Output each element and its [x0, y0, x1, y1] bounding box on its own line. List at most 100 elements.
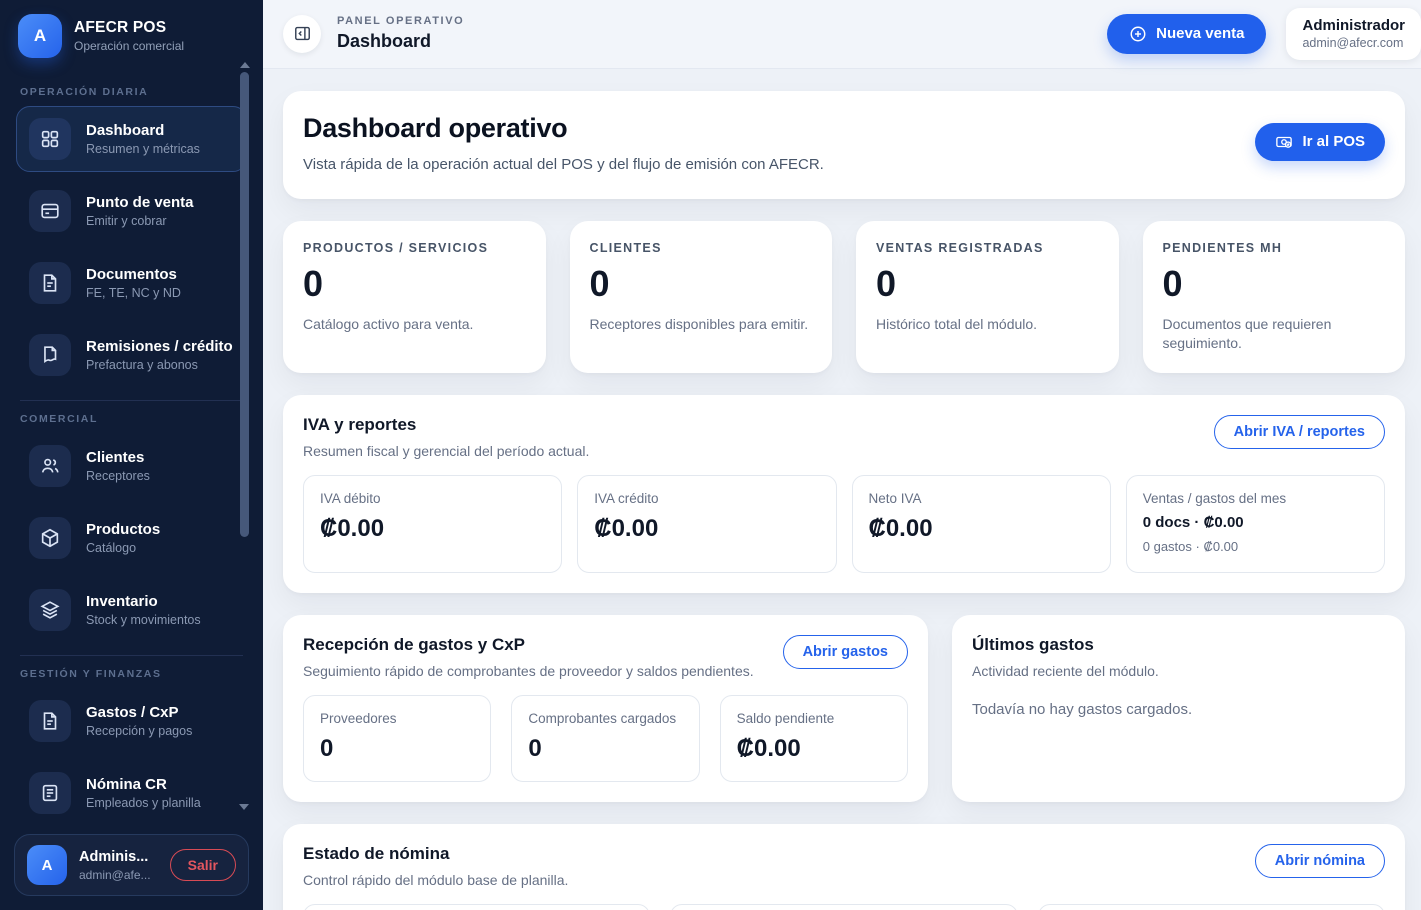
ultimos-gastos-title: Últimos gastos [972, 635, 1385, 655]
stat-card-pendientes-mh: PENDIENTES MH 0 Documentos que requieren… [1143, 221, 1406, 373]
nav-item-title: Documentos [86, 266, 181, 283]
header-user-name: Administrador [1302, 17, 1405, 34]
neto-iva-tile: Neto IVA ₡0.00 [852, 475, 1111, 573]
payroll-icon [29, 772, 71, 814]
iva-reportes-card: IVA y reportes Resumen fiscal y gerencia… [283, 395, 1405, 593]
section-label-comercial: COMERCIAL [20, 413, 243, 425]
topbar: PANEL OPERATIVO Dashboard Nueva venta Ad… [263, 0, 1421, 69]
app-tagline: Operación comercial [74, 39, 184, 53]
ultimos-gastos-card: Últimos gastos Actividad reciente del mó… [952, 615, 1405, 802]
nav-item-subtitle: Receptores [86, 469, 150, 483]
sidebar-item-nomina-cr[interactable]: Nómina CR Empleados y planilla [16, 760, 247, 826]
user-name: Adminis... [79, 849, 158, 865]
go-to-pos-button[interactable]: Ir al POS [1255, 123, 1385, 161]
open-nomina-button[interactable]: Abrir nómina [1255, 844, 1385, 878]
hero-card: Dashboard operativo Vista rápida de la o… [283, 91, 1405, 199]
grid-icon [29, 118, 71, 160]
gastos-title: Recepción de gastos y CxP [303, 635, 754, 655]
cube-icon [29, 517, 71, 559]
stat-card-clientes: CLIENTES 0 Receptores disponibles para e… [570, 221, 833, 373]
stat-label: PENDIENTES MH [1163, 241, 1386, 255]
comprobantes-tile: Comprobantes cargados 0 [511, 695, 699, 782]
cash-register-icon [1275, 133, 1293, 151]
stat-label: PRODUCTOS / SERVICIOS [303, 241, 526, 255]
tile-label: Ventas / gastos del mes [1143, 491, 1368, 506]
nav-item-subtitle: Prefactura y abonos [86, 358, 233, 372]
iva-title: IVA y reportes [303, 415, 589, 435]
page-eyebrow: PANEL OPERATIVO [337, 15, 464, 27]
sidebar-item-gastos-cxp[interactable]: Gastos / CxP Recepción y pagos [16, 688, 247, 754]
nav-item-title: Dashboard [86, 122, 200, 139]
receipt-icon [29, 334, 71, 376]
stat-value: 0 [303, 263, 526, 305]
go-to-pos-label: Ir al POS [1302, 133, 1365, 150]
plus-circle-icon [1129, 25, 1147, 43]
new-sale-button[interactable]: Nueva venta [1107, 14, 1266, 54]
invoice-icon [29, 700, 71, 742]
sidebar-item-productos[interactable]: Productos Catálogo [16, 505, 247, 571]
nav-item-subtitle: FE, TE, NC y ND [86, 286, 181, 300]
proveedores-tile: Proveedores 0 [303, 695, 491, 782]
sidebar-item-documentos[interactable]: Documentos FE, TE, NC y ND [16, 250, 247, 316]
pos-terminal-icon [29, 190, 71, 232]
stat-desc: Histórico total del módulo. [876, 315, 1099, 334]
stat-desc: Documentos que requieren seguimiento. [1163, 315, 1373, 353]
tile-docs-line: 0 docs · ₡0.00 [1143, 514, 1368, 531]
nav-item-subtitle: Emitir y cobrar [86, 214, 194, 228]
tile-label: Saldo pendiente [737, 711, 891, 726]
header-user-chip[interactable]: Administrador admin@afecr.com [1286, 8, 1421, 60]
tile-value: ₡0.00 [320, 515, 545, 543]
nav-item-title: Clientes [86, 449, 150, 466]
iva-debito-tile: IVA débito ₡0.00 [303, 475, 562, 573]
app-name: AFECR POS [74, 19, 184, 37]
sidebar-scrollbar[interactable] [238, 62, 251, 810]
gastos-subtitle: Seguimiento rápido de comprobantes de pr… [303, 663, 754, 679]
tile-value: ₡0.00 [869, 515, 1094, 543]
scrollbar-up-arrow-icon[interactable] [240, 62, 250, 68]
header-user-email: admin@afecr.com [1302, 36, 1405, 50]
nav-item-title: Inventario [86, 593, 201, 610]
logout-button[interactable]: Salir [170, 849, 236, 881]
empleados-activos-tile: Empleados activos [303, 904, 650, 910]
nav-item-title: Remisiones / crédito [86, 338, 233, 355]
periodos-abiertos-tile: Períodos abiertos [670, 904, 1017, 910]
ultima-planilla-tile: Última planilla neta [1038, 904, 1385, 910]
tile-label: Neto IVA [869, 491, 1094, 506]
sidebar-item-punto-de-venta[interactable]: Punto de venta Emitir y cobrar [16, 178, 247, 244]
iva-subtitle: Resumen fiscal y gerencial del período a… [303, 443, 589, 459]
nav-item-title: Productos [86, 521, 160, 538]
scrollbar-thumb[interactable] [240, 72, 249, 537]
document-icon [29, 262, 71, 304]
collapse-sidebar-button[interactable] [283, 15, 321, 53]
sidebar-nav: OPERACIÓN DIARIA Dashboard Resumen y mét… [14, 76, 249, 834]
tile-value: 0 [528, 735, 682, 763]
divider [20, 655, 243, 656]
scrollbar-down-arrow-icon[interactable] [239, 804, 249, 810]
layers-icon [29, 589, 71, 631]
open-gastos-button[interactable]: Abrir gastos [783, 635, 908, 669]
nav-item-subtitle: Empleados y planilla [86, 796, 201, 810]
stat-value: 0 [1163, 263, 1386, 305]
nav-item-title: Punto de venta [86, 194, 194, 211]
stat-label: CLIENTES [590, 241, 813, 255]
nav-item-subtitle: Stock y movimientos [86, 613, 201, 627]
stat-desc: Catálogo activo para venta. [303, 315, 526, 334]
nav-item-title: Gastos / CxP [86, 704, 192, 721]
ventas-gastos-mes-tile: Ventas / gastos del mes 0 docs · ₡0.00 0… [1126, 475, 1385, 573]
recepcion-gastos-card: Recepción de gastos y CxP Seguimiento rá… [283, 615, 928, 802]
sidebar-item-inventario[interactable]: Inventario Stock y movimientos [16, 577, 247, 643]
section-label-operacion-diaria: OPERACIÓN DIARIA [20, 86, 243, 98]
sidebar-item-dashboard[interactable]: Dashboard Resumen y métricas [16, 106, 247, 172]
hero-subtitle: Vista rápida de la operación actual del … [303, 156, 824, 173]
open-iva-reports-button[interactable]: Abrir IVA / reportes [1214, 415, 1385, 449]
iva-credito-tile: IVA crédito ₡0.00 [577, 475, 836, 573]
sidebar-item-clientes[interactable]: Clientes Receptores [16, 433, 247, 499]
tile-value: 0 [320, 735, 474, 763]
sidebar-item-remisiones-credito[interactable]: Remisiones / crédito Prefactura y abonos [16, 322, 247, 388]
stat-desc: Receptores disponibles para emitir. [590, 315, 813, 334]
nav-item-subtitle: Resumen y métricas [86, 142, 200, 156]
estado-nomina-card: Estado de nómina Control rápido del módu… [283, 824, 1405, 910]
tile-label: IVA débito [320, 491, 545, 506]
sidebar-user-card[interactable]: A Adminis... admin@afe... Salir [14, 834, 249, 896]
saldo-pendiente-tile: Saldo pendiente ₡0.00 [720, 695, 908, 782]
